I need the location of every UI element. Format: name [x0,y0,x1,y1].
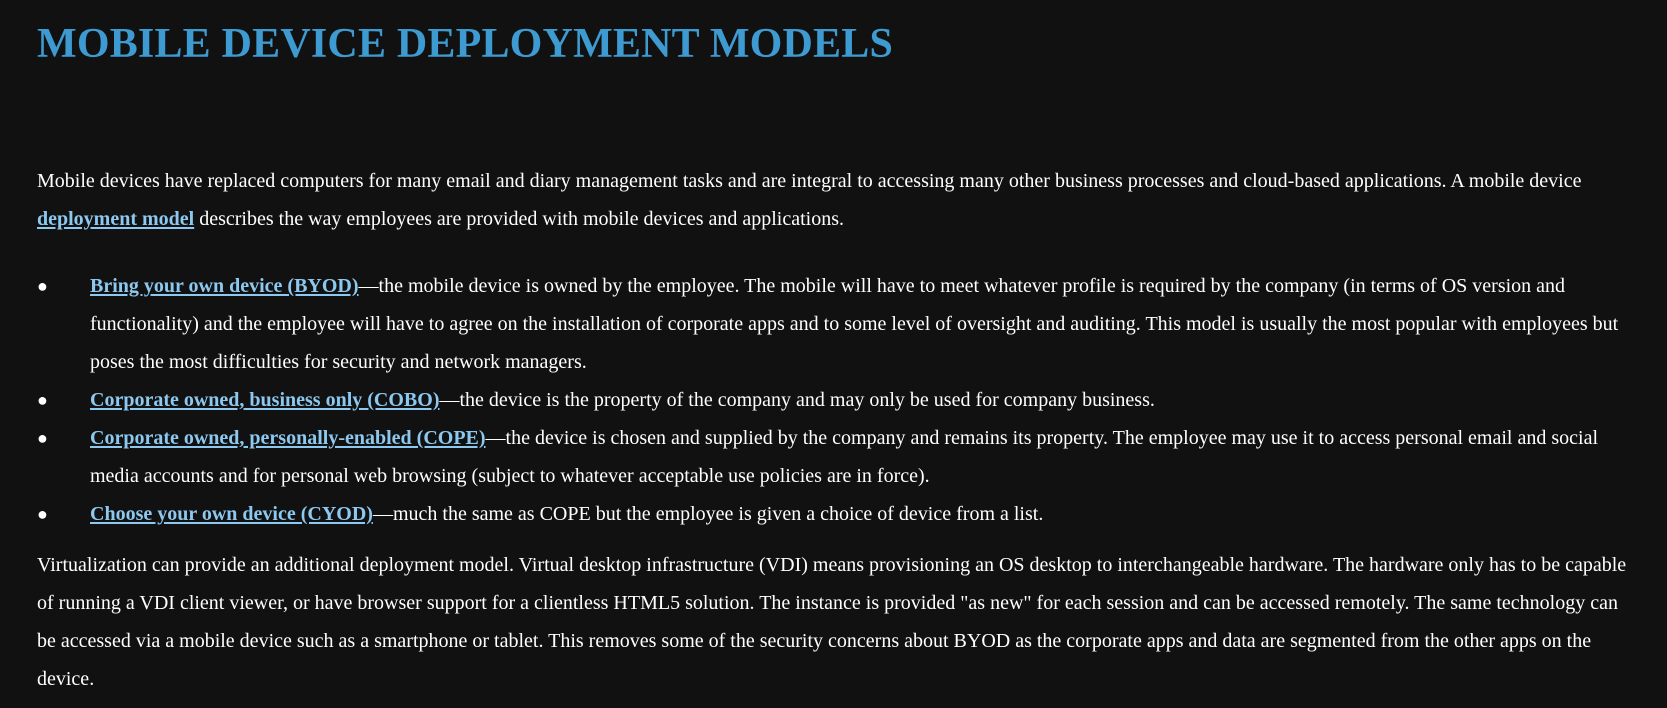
cobo-description: —the device is the property of the compa… [439,389,1155,411]
page: MOBILE DEVICE DEPLOYMENT MODELS Mobile d… [0,0,1667,708]
list-item-byod: ● Bring your own device (BYOD)—the mobil… [37,267,1630,381]
bullet-icon: ● [37,428,48,448]
intro-text-after: describes the way employees are provided… [194,208,845,230]
cyod-description: —much the same as COPE but the employee … [372,503,1044,525]
bullet-icon: ● [37,504,48,524]
cyod-link[interactable]: Choose your own device (CYOD) [90,503,373,525]
byod-link[interactable]: Bring your own device (BYOD) [90,275,359,297]
vdi-paragraph: Virtualization can provide an additional… [37,554,1627,690]
deployment-model-link[interactable]: deployment model [37,208,194,230]
page-title: MOBILE DEVICE DEPLOYMENT MODELS [37,21,894,67]
intro-text-before: Mobile devices have replaced computers f… [37,170,1582,192]
cope-link[interactable]: Corporate owned, personally-enabled (COP… [90,427,486,449]
list-item-cyod: ● Choose your own device (CYOD)—much the… [37,495,1630,533]
deployment-models-list: ● Bring your own device (BYOD)—the mobil… [37,267,1630,533]
list-item-cobo: ● Corporate owned, business only (COBO)—… [37,381,1630,419]
list-item-cope: ● Corporate owned, personally-enabled (C… [37,419,1630,495]
bullet-icon: ● [37,390,48,410]
cobo-link[interactable]: Corporate owned, business only (COBO) [90,389,439,411]
bullet-icon: ● [37,276,48,296]
intro-paragraph: Mobile devices have replaced computers f… [37,162,1630,238]
